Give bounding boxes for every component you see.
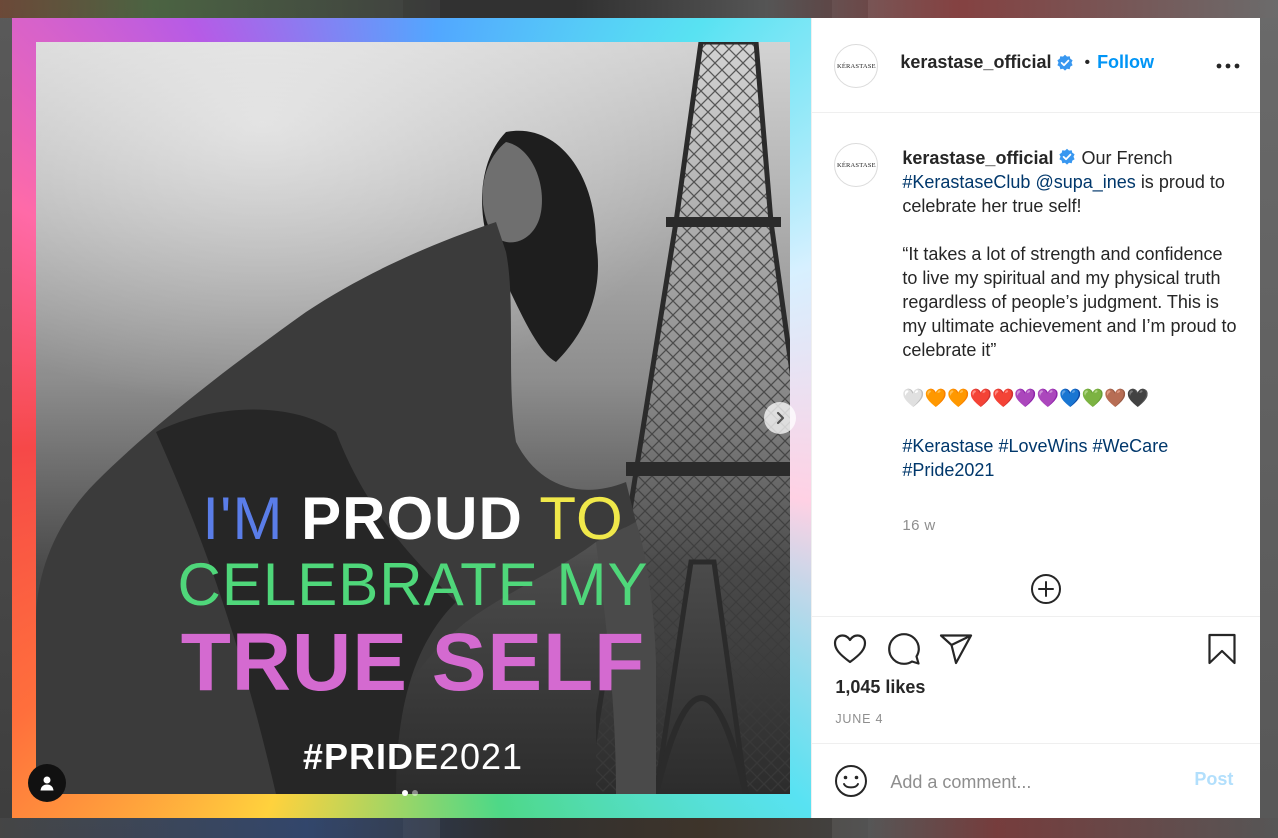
caption-time-ago[interactable]: 16 w bbox=[902, 517, 935, 534]
overlay-word-im: I'M bbox=[202, 485, 284, 552]
overlay-word-proud: PROUD bbox=[301, 485, 523, 552]
avatar-logo-text: KÉRASTASE bbox=[836, 161, 876, 169]
like-button[interactable] bbox=[832, 631, 868, 667]
overlay-line-3: TRUE SELF bbox=[180, 617, 646, 708]
load-more-comments-icon[interactable] bbox=[1030, 573, 1062, 605]
post-actions: 1,045 likes JUNE 4 bbox=[812, 617, 1261, 744]
post-media: I'M PROUD TO CELEBRATE MY TRUE SELF #PRI… bbox=[12, 18, 812, 818]
post-sidebar: KÉRASTASE kerastase_official • Follow KÉ… bbox=[811, 18, 1261, 818]
likes-count[interactable]: 1,045 likes bbox=[835, 677, 925, 698]
header-username[interactable]: kerastase_official bbox=[900, 52, 1051, 73]
user-icon bbox=[40, 776, 54, 791]
follow-button[interactable]: Follow bbox=[1097, 52, 1154, 73]
overlay-line-1: I'M PROUD TO bbox=[36, 484, 790, 553]
overlay-hashtag: #PRIDE2021 bbox=[36, 736, 790, 778]
post-comment-button[interactable]: Post bbox=[1194, 769, 1233, 790]
comment-button[interactable] bbox=[886, 631, 922, 667]
overlay-word-to: TO bbox=[539, 485, 624, 552]
account-avatar[interactable]: KÉRASTASE bbox=[834, 44, 879, 88]
caption-tag-link[interactable]: #Kerastase bbox=[902, 436, 993, 456]
comments-section: KÉRASTASE kerastase_official Our French … bbox=[812, 113, 1261, 617]
avatar-logo-text: KÉRASTASE bbox=[836, 62, 876, 70]
share-button[interactable] bbox=[938, 631, 974, 667]
bookmark-icon bbox=[1208, 633, 1236, 665]
more-options-button[interactable] bbox=[1214, 56, 1242, 76]
caption-tag-link[interactable]: #Pride2021 bbox=[902, 460, 994, 480]
verified-badge-icon bbox=[1059, 148, 1076, 165]
post-photo: I'M PROUD TO CELEBRATE MY TRUE SELF #PRI… bbox=[36, 42, 790, 794]
background-feed-strip bbox=[0, 0, 1278, 18]
carousel-dot bbox=[412, 790, 418, 796]
caption-hashtag-link[interactable]: #KerastaseClub bbox=[902, 172, 1030, 192]
overlay-hashtag-bold: #PRIDE bbox=[302, 736, 439, 777]
heart-icon bbox=[834, 634, 867, 664]
comment-input[interactable] bbox=[888, 768, 1173, 796]
emoji-icon[interactable] bbox=[834, 764, 868, 798]
verified-badge-icon bbox=[1057, 54, 1074, 71]
post-modal: I'M PROUD TO CELEBRATE MY TRUE SELF #PRI… bbox=[12, 18, 1261, 818]
chevron-right-icon bbox=[776, 411, 785, 425]
tagged-users-button[interactable] bbox=[28, 764, 66, 802]
post-date: JUNE 4 bbox=[835, 712, 884, 726]
carousel-indicator bbox=[402, 790, 418, 796]
add-comment-bar: Post bbox=[812, 744, 1260, 818]
caption-hearts: 🤍🧡🧡❤️❤️💜💜💙💚🤎🖤 bbox=[902, 388, 1149, 408]
caption-mention-link[interactable]: @supa_ines bbox=[1035, 172, 1135, 192]
overlay-hashtag-year: 2021 bbox=[438, 736, 524, 777]
save-button[interactable] bbox=[1204, 631, 1240, 667]
caption-avatar[interactable]: KÉRASTASE bbox=[834, 143, 879, 187]
overlay-line-2: CELEBRATE MY bbox=[177, 551, 649, 618]
header-separator: • bbox=[1084, 53, 1091, 71]
carousel-dot bbox=[402, 790, 408, 796]
send-icon bbox=[940, 634, 973, 665]
post-caption: kerastase_official Our French #Kerastase… bbox=[902, 146, 1242, 482]
caption-tag-link[interactable]: #LoveWins bbox=[998, 436, 1087, 456]
comment-icon bbox=[888, 633, 921, 665]
background-feed-strip bbox=[0, 818, 1278, 838]
caption-quote: “It takes a lot of strength and confiden… bbox=[902, 244, 1237, 360]
carousel-next-button[interactable] bbox=[764, 402, 796, 434]
caption-username[interactable]: kerastase_official bbox=[902, 148, 1053, 168]
caption-intro: Our French bbox=[1081, 148, 1173, 168]
header-user-info: kerastase_official • Follow bbox=[900, 52, 1154, 73]
caption-tag-link[interactable]: #WeCare bbox=[1093, 436, 1169, 456]
more-horizontal-icon bbox=[1216, 63, 1240, 69]
caption-tags: #Kerastase #LoveWins #WeCare #Pride2021 bbox=[902, 434, 1242, 482]
post-header: KÉRASTASE kerastase_official • Follow bbox=[812, 18, 1261, 113]
